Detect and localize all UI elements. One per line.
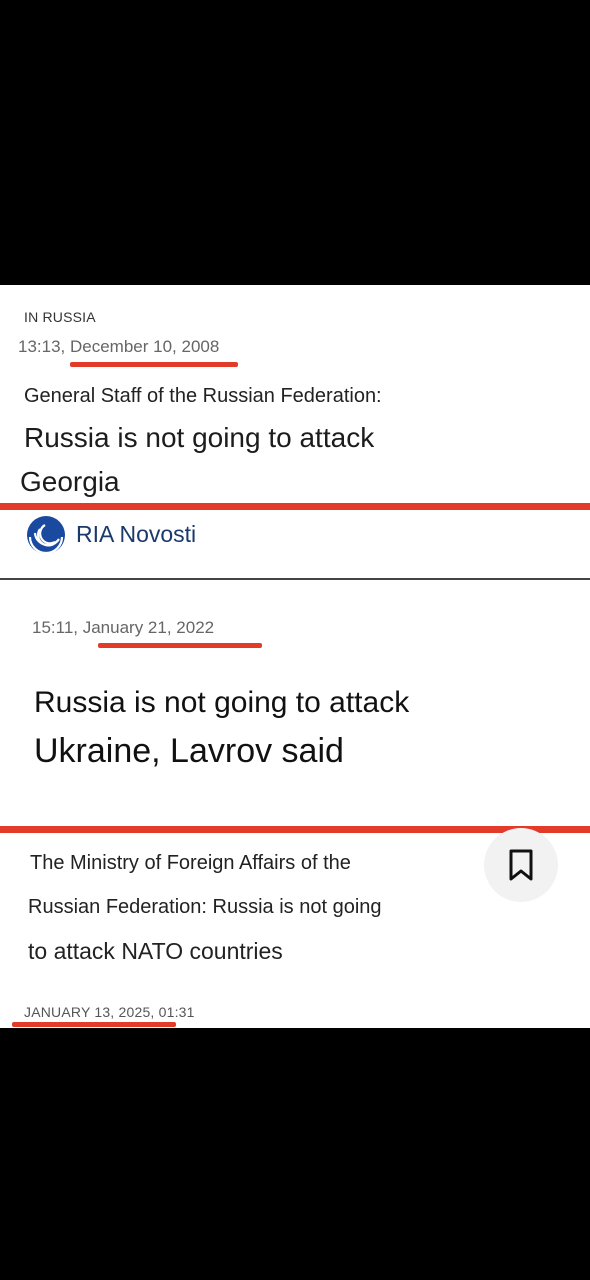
red-divider [0,826,590,833]
red-divider [0,503,590,510]
category-label: IN RUSSIA [24,309,96,325]
date-highlight-underline [98,643,262,648]
headline-ukraine-line2[interactable]: Ukraine, Lavrov said [34,732,344,771]
headline-nato-line2[interactable]: Russian Federation: Russia is not going [28,896,382,919]
headline-nato-line3[interactable]: to attack NATO countries [28,938,283,965]
date-highlight-underline [12,1022,176,1027]
bookmark-icon [509,849,533,881]
headline-kicker: General Staff of the Russian Federation: [24,385,382,407]
headline-ukraine-line1[interactable]: Russia is not going to attack [34,686,409,720]
page: IN RUSSIA 13:13, December 10, 2008 Gener… [0,0,590,1280]
bottom-black-area [0,1028,590,1280]
date-2025: JANUARY 13, 2025, 01:31 [24,1004,195,1020]
date-highlight-underline [70,362,238,367]
headline-georgia-line2[interactable]: Georgia [20,466,120,498]
section-divider [0,578,590,580]
source-name[interactable]: RIA Novosti [76,521,196,548]
headline-georgia-line1[interactable]: Russia is not going to attack [24,422,374,454]
ria-novosti-logo-icon [26,515,66,555]
timestamp-2022: 15:11, January 21, 2022 [32,618,215,637]
top-black-area [0,0,590,285]
bookmark-button[interactable] [484,828,558,902]
headline-nato-line1[interactable]: The Ministry of Foreign Affairs of the [30,852,351,875]
timestamp-2008: 13:13, December 10, 2008 [18,337,220,356]
